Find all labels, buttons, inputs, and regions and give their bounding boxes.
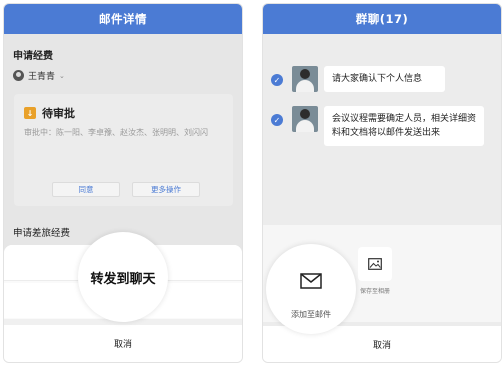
sender-selector[interactable]: 王青青 ⌄ bbox=[13, 69, 65, 82]
forward-to-chat-label: 转发到聊天 bbox=[90, 271, 156, 287]
check-circle-icon[interactable]: ✓ bbox=[271, 74, 283, 86]
image-icon bbox=[358, 247, 392, 281]
cancel-button[interactable]: 取消 bbox=[4, 325, 242, 362]
approval-status: ↓ 待审批 bbox=[24, 105, 75, 121]
mail-subject-2: 申请差旅经费 bbox=[13, 228, 71, 239]
mail-detail-screen: 邮件详情 申请经费 王青青 ⌄ ↓ 待审批 审批中：陈一阳、李卓豫、赵汝杰、张明… bbox=[3, 3, 243, 363]
pending-approval-icon: ↓ bbox=[24, 107, 36, 119]
magnifier-highlight: 转发到聊天 bbox=[78, 232, 168, 322]
message-bubble: 请大家确认下个人信息 bbox=[324, 66, 445, 92]
add-to-mail-option[interactable]: 添加至邮件 bbox=[288, 258, 334, 320]
group-chat-screen: 群聊(17) ✓ 请大家确认下个人信息 ✓ 会议议程需要确定人员，相关详细资料和… bbox=[262, 3, 502, 363]
save-to-album-option[interactable]: 保存至相册 bbox=[350, 247, 400, 295]
sender-name: 王青青 bbox=[28, 72, 56, 82]
sender-avatar bbox=[13, 70, 24, 81]
agree-button[interactable]: 同意 bbox=[52, 182, 120, 197]
approval-status-label: 待审批 bbox=[42, 107, 75, 120]
avatar bbox=[292, 106, 318, 132]
check-circle-icon[interactable]: ✓ bbox=[271, 114, 283, 126]
chevron-down-icon: ⌄ bbox=[59, 71, 65, 80]
page-title: 群聊(17) bbox=[263, 4, 501, 34]
more-actions-button[interactable]: 更多操作 bbox=[132, 182, 200, 197]
approver-list: 审批中：陈一阳、李卓豫、赵汝杰、张明明、刘闪闪 bbox=[24, 128, 208, 137]
mail-icon bbox=[288, 258, 334, 304]
add-to-mail-label: 添加至邮件 bbox=[291, 310, 331, 319]
avatar bbox=[292, 66, 318, 92]
mail-content: 申请经费 王青青 ⌄ ↓ 待审批 审批中：陈一阳、李卓豫、赵汝杰、张明明、刘闪闪… bbox=[4, 34, 242, 362]
message-bubble: 会议议程需要确定人员，相关详细资料和文档将以邮件发送出来 bbox=[324, 106, 484, 146]
mail-subject: 申请经费 bbox=[13, 51, 53, 62]
chat-content: ✓ 请大家确认下个人信息 ✓ 会议议程需要确定人员，相关详细资料和文档将以邮件发… bbox=[263, 34, 501, 362]
save-to-album-label: 保存至相册 bbox=[359, 288, 390, 295]
magnifier-highlight: 添加至邮件 bbox=[266, 244, 356, 334]
approval-card: ↓ 待审批 审批中：陈一阳、李卓豫、赵汝杰、张明明、刘闪闪 同意 更多操作 bbox=[14, 94, 233, 206]
page-title: 邮件详情 bbox=[4, 4, 242, 34]
chat-message[interactable]: ✓ 会议议程需要确定人员，相关详细资料和文档将以邮件发送出来 bbox=[271, 106, 484, 146]
chat-message[interactable]: ✓ 请大家确认下个人信息 bbox=[271, 66, 445, 92]
